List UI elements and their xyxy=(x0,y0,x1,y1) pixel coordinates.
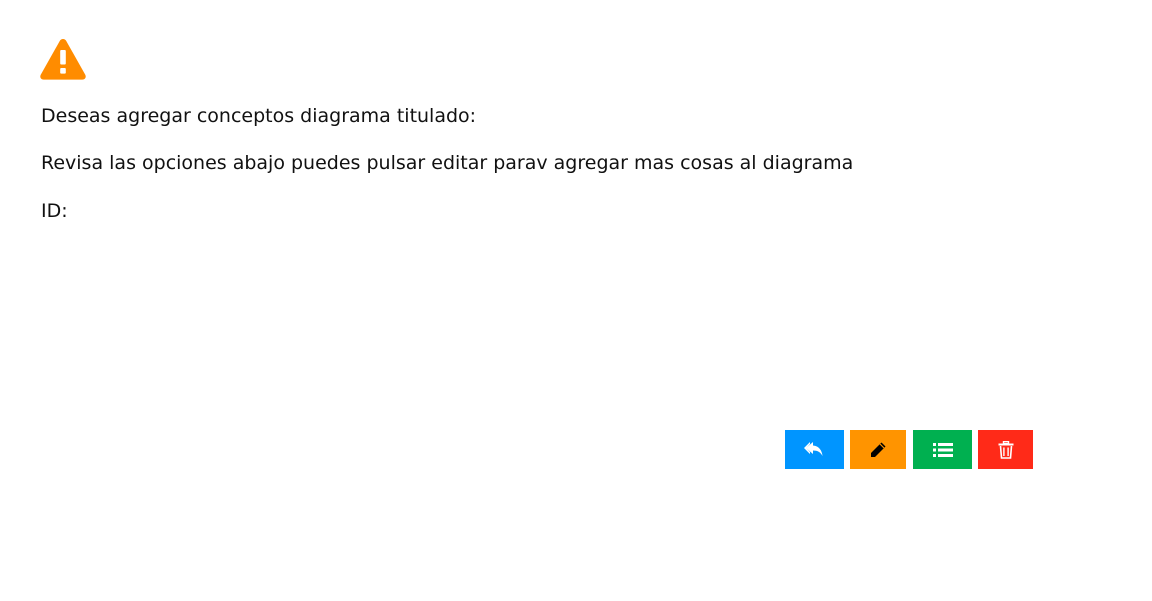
instructions-message: Revisa las opciones abajo puedes pulsar … xyxy=(41,152,854,174)
edit-button[interactable] xyxy=(850,430,906,469)
list-button[interactable] xyxy=(913,430,972,469)
warning-icon xyxy=(40,39,86,80)
id-label: ID: xyxy=(41,200,68,222)
reply-button[interactable] xyxy=(785,430,844,469)
delete-button[interactable] xyxy=(978,430,1033,469)
list-icon xyxy=(932,442,953,457)
reply-icon xyxy=(803,441,822,456)
pencil-icon xyxy=(871,442,886,457)
trash-icon xyxy=(998,440,1013,459)
confirm-message: Deseas agregar conceptos diagrama titula… xyxy=(41,105,477,127)
